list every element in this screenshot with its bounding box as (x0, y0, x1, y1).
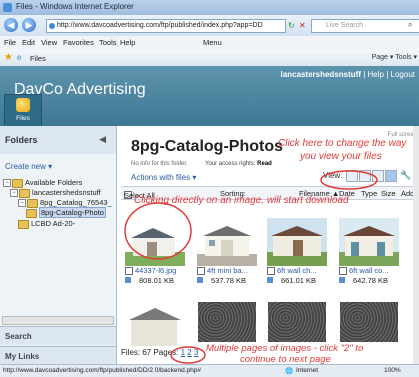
globe-icon: 🌐 (285, 368, 294, 375)
status-url: http://www.davcoadvertising.com/ftp/publ… (3, 367, 202, 374)
main-scrollbar[interactable] (413, 126, 419, 364)
annotation-overlay (124, 170, 378, 364)
status-zone: Internet (296, 367, 319, 374)
status-bar: http://www.davcoadvertising.com/ftp/publ… (0, 364, 419, 377)
annotation-download-tip: Clicking directly on an image, will star… (134, 195, 349, 206)
zoom-level[interactable]: 100% (384, 367, 401, 374)
annotation-pages-tip-1: Multiple pages of images - click "2" to (206, 343, 364, 354)
annotation-view-tip-1: Click here to change the way (278, 138, 407, 149)
annotation-view-tip-2: you view your files (300, 151, 382, 162)
